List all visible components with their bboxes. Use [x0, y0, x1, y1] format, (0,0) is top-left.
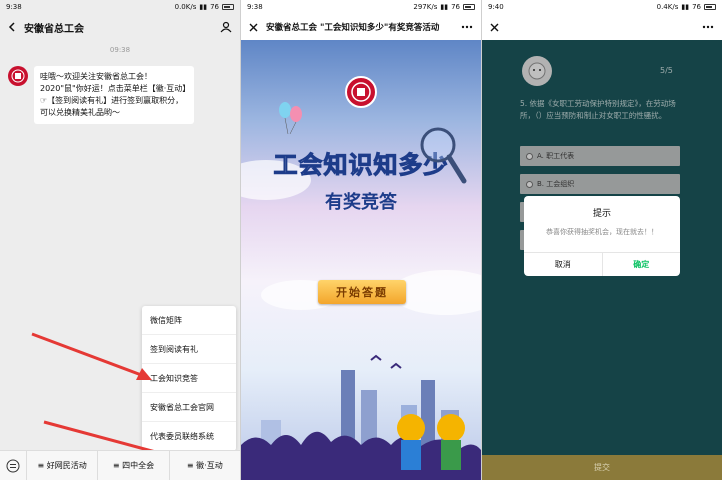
- network-speed: 0.4K/s: [656, 3, 679, 11]
- tab-hui-interact[interactable]: ≡ 徽·互动: [168, 451, 240, 480]
- keyboard-toggle[interactable]: [0, 459, 26, 473]
- quiz-landing-panel: 9:38 297K/s ▮▮ 76 安徽省总工会 "工会知识知多少"有奖竞答活动…: [241, 0, 481, 480]
- hero-subtitle: 有奖竞答: [325, 192, 397, 213]
- battery-icon: [222, 4, 234, 10]
- status-bar: 9:40 0.4K/s ▮▮ 76: [482, 0, 722, 14]
- red-arrow-to-quiz-icon: [31, 332, 152, 380]
- menu-item-union-quiz[interactable]: 工会知识竞答: [142, 364, 236, 393]
- status-time: 9:40: [488, 3, 504, 11]
- submit-button[interactable]: 提交: [482, 455, 722, 480]
- signal-icon: ▮▮: [440, 3, 449, 11]
- back-icon[interactable]: [8, 22, 16, 32]
- dialog-title: 提示: [592, 209, 611, 219]
- nav-bar: 安徽省总工会: [0, 14, 240, 40]
- status-bar: 9:38 0.0K/s ▮▮ 76: [0, 0, 240, 14]
- menu-item-official-site[interactable]: 安徽省总工会官网: [142, 393, 236, 422]
- page-title: 安徽省总工会 "工会知识知多少"有奖竞答活动: [266, 23, 440, 33]
- city-crowd-illustration: [241, 354, 481, 480]
- network-speed: 297K/s: [413, 3, 438, 11]
- menu-item-liaison-system[interactable]: 代表委员联络系统: [142, 422, 236, 451]
- chat-title: 安徽省总工会: [24, 23, 84, 35]
- dialog-message: 恭喜你获得抽奖机会，现在就去！！: [546, 228, 658, 236]
- confirm-button[interactable]: 确定: [601, 253, 681, 276]
- chat-message: 哇哦～欢迎关注安徽省总工会！2020"鼠"你好运！点击菜单栏【徽·互动】☞【签到…: [8, 66, 232, 124]
- wechat-chat-panel: 9:38 0.0K/s ▮▮ 76 安徽省总工会 09:38 哇哦～欢迎关注安徽…: [0, 0, 240, 480]
- signal-icon: ▮▮: [199, 3, 208, 11]
- more-icon[interactable]: [702, 25, 714, 29]
- tab-fourth-plenary[interactable]: ≡ 四中全会: [97, 451, 168, 480]
- balloons-icon: [279, 102, 302, 135]
- status-time: 9:38: [6, 3, 22, 11]
- message-timestamp: 09:38: [109, 46, 131, 54]
- official-account-menu-bar: ≡ 好网民活动 ≡ 四中全会 ≡ 徽·互动: [0, 450, 240, 480]
- battery-percent: 76: [692, 3, 701, 11]
- close-icon[interactable]: [249, 23, 258, 32]
- more-icon[interactable]: [461, 25, 473, 29]
- submenu-popup: 微信矩阵 签到阅读有礼 工会知识竞答 安徽省总工会官网 代表委员联络系统: [142, 306, 236, 451]
- close-icon[interactable]: [490, 23, 499, 32]
- network-speed: 0.0K/s: [174, 3, 197, 11]
- keyboard-icon: [6, 459, 20, 472]
- union-emblem-icon: [351, 82, 371, 102]
- dialog-buttons: 取消 确定: [524, 252, 680, 276]
- message-bubble: 哇哦～欢迎关注安徽省总工会！2020"鼠"你好运！点击菜单栏【徽·互动】☞【签到…: [34, 66, 194, 124]
- battery-icon: [704, 4, 716, 10]
- status-time: 9:38: [247, 3, 263, 11]
- status-bar: 9:38 297K/s ▮▮ 76: [241, 0, 481, 14]
- battery-icon: [463, 4, 475, 10]
- account-avatar[interactable]: [8, 66, 28, 86]
- start-quiz-button[interactable]: 开始答题: [318, 280, 406, 304]
- tab-good-netizen[interactable]: ≡ 好网民活动: [26, 451, 97, 480]
- nav-bar: [482, 14, 722, 40]
- prize-dialog: 提示 恭喜你获得抽奖机会，现在就去！！ 取消 确定: [524, 196, 680, 276]
- cancel-button[interactable]: 取消: [524, 253, 602, 276]
- profile-icon[interactable]: [220, 21, 232, 33]
- menu-item-checkin-reward[interactable]: 签到阅读有礼: [142, 335, 236, 364]
- signal-icon: ▮▮: [681, 3, 690, 11]
- quiz-question-panel: 9:40 0.4K/s ▮▮ 76 5/5 5. 依据《女职工劳动保护特别规定》…: [482, 0, 722, 480]
- union-emblem-icon: [11, 69, 25, 83]
- magnifier-icon: [420, 127, 467, 184]
- battery-percent: 76: [451, 3, 460, 11]
- battery-percent: 76: [210, 3, 219, 11]
- union-emblem-logo: [345, 76, 377, 108]
- menu-item-wechat-matrix[interactable]: 微信矩阵: [142, 306, 236, 335]
- nav-bar: 安徽省总工会 "工会知识知多少"有奖竞答活动: [241, 14, 481, 40]
